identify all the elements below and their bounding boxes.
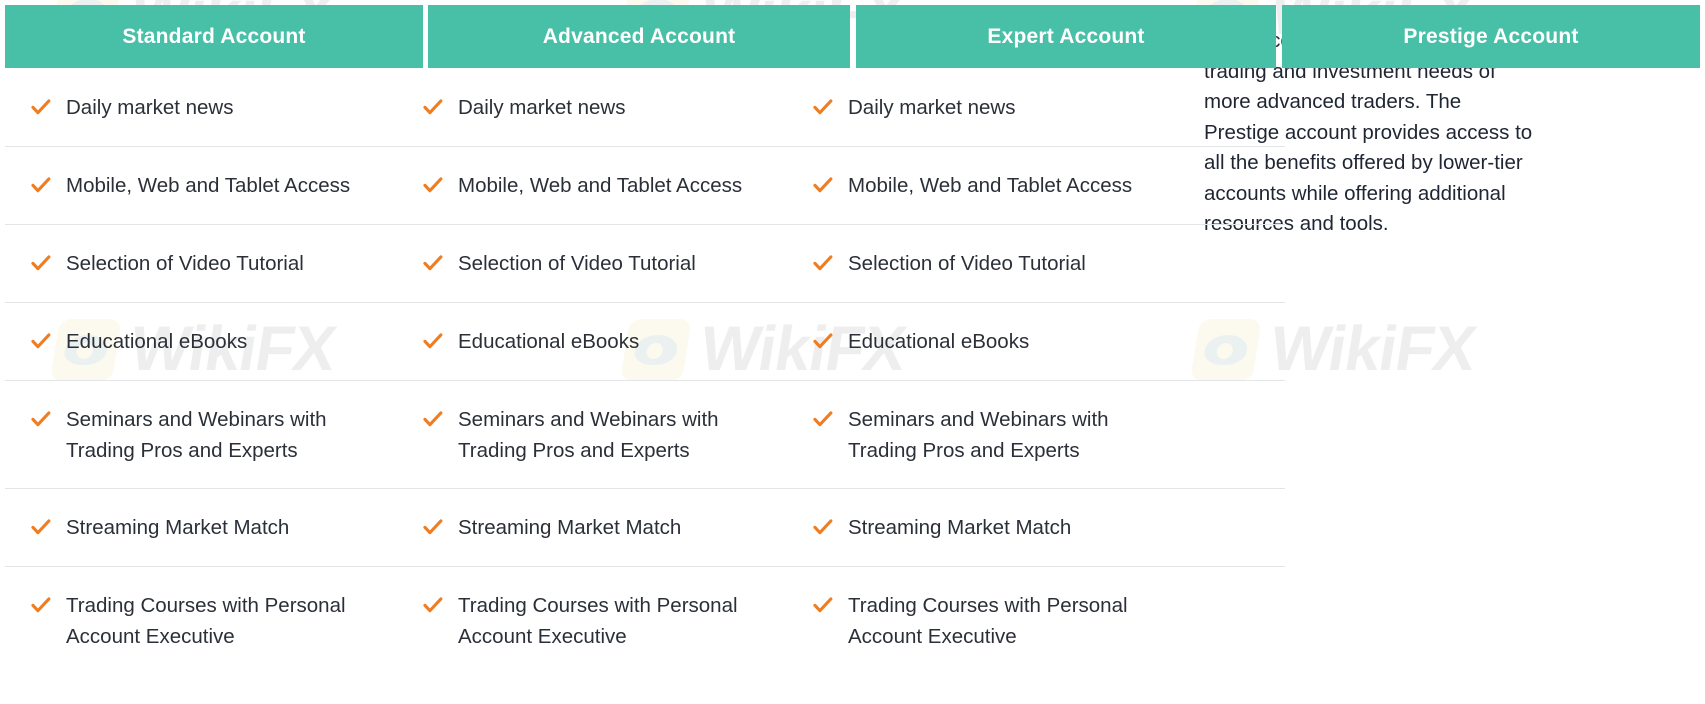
table-row: Educational eBooks Educational eBooks Educ… [0, 302, 1705, 380]
feature-label: Daily market news [848, 96, 1016, 119]
column-header-standard: Standard Account [5, 5, 423, 68]
feature-cell-expert-trading-courses: Trading Courses with Personal Account Ex… [812, 566, 1188, 652]
feature-label: Selection of Video Tutorial [848, 252, 1086, 275]
table-row: Seminars and Webinars with Trading Pros … [0, 380, 1705, 488]
feature-cell-expert-streaming-market-match: Streaming Market Match [812, 488, 1188, 543]
check-icon [31, 333, 51, 349]
check-icon [31, 597, 51, 613]
check-icon [813, 99, 833, 115]
feature-cell-standard-seminars-webinars: Seminars and Webinars with Trading Pros … [30, 380, 396, 466]
check-icon [813, 411, 833, 427]
feature-cell-advanced-video-tutorial: Selection of Video Tutorial [422, 224, 798, 279]
check-icon [813, 597, 833, 613]
feature-cell-standard-video-tutorial: Selection of Video Tutorial [30, 224, 396, 279]
feature-cell-expert-video-tutorial: Selection of Video Tutorial [812, 224, 1188, 279]
feature-label: Mobile, Web and Tablet Access [458, 174, 743, 197]
check-icon [31, 519, 51, 535]
check-icon [423, 99, 443, 115]
table-row: Streaming Market Match Streaming Market M… [0, 488, 1705, 566]
feature-label: Selection of Video Tutorial [458, 252, 696, 275]
column-header-label: Advanced Account [542, 24, 736, 48]
feature-label: Seminars and Webinars with Trading Pros … [66, 408, 327, 462]
check-icon [423, 519, 443, 535]
feature-label: Trading Courses with Personal Account Ex… [66, 594, 346, 648]
feature-cell-advanced-seminars-webinars: Seminars and Webinars with Trading Pros … [422, 380, 798, 466]
table-header-row: Standard Account Advanced Account Expert A… [0, 5, 1705, 68]
table-row: Selection of Video Tutorial Selection of … [0, 224, 1705, 302]
feature-cell-expert-mobile-web-tablet: Mobile, Web and Tablet Access [812, 146, 1188, 201]
check-icon [423, 177, 443, 193]
check-icon [423, 255, 443, 271]
feature-cell-standard-daily-market-news: Daily market news [30, 68, 396, 123]
check-icon [31, 411, 51, 427]
feature-cell-expert-daily-market-news: Daily market news [812, 68, 1188, 123]
column-header-expert: Expert Account [856, 5, 1276, 68]
feature-cell-advanced-trading-courses: Trading Courses with Personal Account Ex… [422, 566, 798, 652]
column-header-prestige: Prestige Account [1282, 5, 1700, 68]
check-icon [423, 333, 443, 349]
feature-label: Seminars and Webinars with Trading Pros … [458, 408, 719, 462]
feature-label: Mobile, Web and Tablet Access [848, 174, 1133, 197]
feature-label: Streaming Market Match [848, 516, 1072, 539]
feature-cell-expert-educational-ebooks: Educational eBooks [812, 302, 1188, 357]
check-icon [31, 177, 51, 193]
check-icon [813, 177, 833, 193]
check-icon [31, 255, 51, 271]
table-row: Mobile, Web and Tablet Access Mobile, Web… [0, 146, 1705, 224]
feature-cell-standard-educational-ebooks: Educational eBooks [30, 302, 396, 357]
feature-label: Seminars and Webinars with Trading Pros … [848, 408, 1109, 462]
feature-cell-standard-mobile-web-tablet: Mobile, Web and Tablet Access [30, 146, 396, 201]
feature-label: Educational eBooks [848, 330, 1030, 353]
feature-cell-advanced-educational-ebooks: Educational eBooks [422, 302, 798, 357]
column-header-advanced: Advanced Account [428, 5, 850, 68]
table-row: Daily market news Daily market news Daily … [0, 68, 1705, 146]
column-header-label: Expert Account [987, 24, 1145, 48]
feature-label: Streaming Market Match [458, 516, 682, 539]
feature-label: Mobile, Web and Tablet Access [66, 174, 351, 197]
column-header-label: Prestige Account [1403, 24, 1579, 48]
check-icon [423, 597, 443, 613]
table-body: Daily market news Daily market news Daily … [0, 68, 1705, 704]
feature-label: Daily market news [66, 96, 234, 119]
feature-label: Trading Courses with Personal Account Ex… [848, 594, 1128, 648]
feature-label: Educational eBooks [458, 330, 640, 353]
feature-label: Daily market news [458, 96, 626, 119]
feature-label: Educational eBooks [66, 330, 248, 353]
check-icon [813, 333, 833, 349]
account-comparison-table: WikiFXWikiFXWikiFXWikiFXWikiFXWikiFX Sta… [0, 0, 1705, 704]
feature-cell-expert-seminars-webinars: Seminars and Webinars with Trading Pros … [812, 380, 1188, 466]
feature-cell-advanced-streaming-market-match: Streaming Market Match [422, 488, 798, 543]
check-icon [813, 519, 833, 535]
feature-cell-advanced-daily-market-news: Daily market news [422, 68, 798, 123]
table-row: Trading Courses with Personal Account Ex… [0, 566, 1705, 674]
feature-label: Selection of Video Tutorial [66, 252, 304, 275]
feature-cell-advanced-mobile-web-tablet: Mobile, Web and Tablet Access [422, 146, 798, 201]
feature-label: Streaming Market Match [66, 516, 290, 539]
check-icon [423, 411, 443, 427]
check-icon [813, 255, 833, 271]
feature-label: Trading Courses with Personal Account Ex… [458, 594, 738, 648]
column-header-label: Standard Account [122, 24, 306, 48]
feature-cell-standard-trading-courses: Trading Courses with Personal Account Ex… [30, 566, 396, 652]
check-icon [31, 99, 51, 115]
feature-cell-standard-streaming-market-match: Streaming Market Match [30, 488, 396, 543]
